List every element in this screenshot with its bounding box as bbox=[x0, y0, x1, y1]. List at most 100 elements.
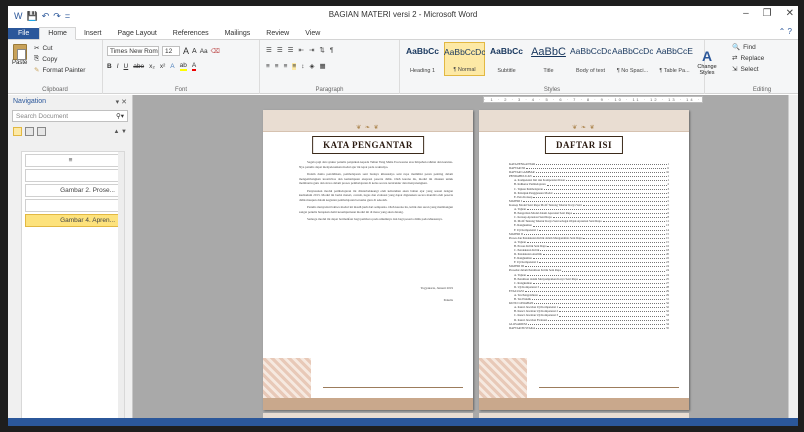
nav-heading-item[interactable] bbox=[25, 169, 121, 182]
shrink-font-button[interactable]: A bbox=[192, 48, 197, 55]
superscript-button[interactable]: x² bbox=[160, 63, 165, 70]
cut-button[interactable]: ✂ Cut bbox=[34, 44, 85, 53]
increase-indent-icon[interactable]: ⇥ bbox=[309, 46, 314, 54]
help-icon[interactable]: ⌃ ? bbox=[779, 27, 792, 36]
results-view-icon[interactable] bbox=[37, 127, 46, 136]
shading-icon[interactable]: ◈ bbox=[309, 62, 314, 70]
nav-heading-item[interactable]: Gambar 2. Prose... bbox=[25, 184, 121, 197]
font-group-label: Font bbox=[174, 87, 187, 93]
style-item[interactable]: AaBbCcE ¶ Table Pa... bbox=[654, 42, 695, 76]
close-button[interactable]: ✕ bbox=[786, 8, 794, 19]
font-name-combo[interactable]: Times New Rom bbox=[107, 46, 159, 56]
pages-view-icon[interactable] bbox=[25, 127, 34, 136]
style-item[interactable]: AaBbCcDc Body of text bbox=[570, 42, 611, 76]
footer-line bbox=[323, 387, 463, 388]
page-heading: KATA PENGANTAR bbox=[312, 136, 424, 154]
borders-icon[interactable]: ▦ bbox=[319, 62, 325, 70]
style-item[interactable]: AaBbC Title bbox=[528, 42, 569, 76]
clipboard-group: Paste ✂ Cut ⎘ Copy ✎ Format Painter Clipboa… bbox=[8, 40, 103, 94]
paste-button[interactable]: Paste bbox=[12, 44, 27, 66]
font-color-icon[interactable]: A bbox=[191, 62, 197, 71]
maximize-button[interactable]: ❐ bbox=[763, 8, 772, 19]
highlight-icon[interactable]: ab bbox=[179, 62, 187, 71]
bold-button[interactable]: B bbox=[107, 63, 112, 70]
nav-heading-item[interactable] bbox=[25, 199, 121, 212]
tab-view[interactable]: View bbox=[297, 28, 328, 39]
replace-button[interactable]: ⇄ Replace bbox=[732, 54, 764, 63]
change-styles-button[interactable]: A Change Styles bbox=[694, 48, 720, 76]
format-painter-button[interactable]: ✎ Format Painter bbox=[34, 66, 86, 75]
change-case-button[interactable]: Aa bbox=[200, 48, 208, 55]
bullets-icon[interactable]: ☰ bbox=[266, 46, 272, 54]
multilevel-list-icon[interactable]: ☰ bbox=[288, 46, 294, 54]
toc-leader bbox=[532, 223, 665, 227]
search-input[interactable]: Search Document ⚲▾ bbox=[12, 110, 128, 122]
select-button[interactable]: ⇲ Select bbox=[732, 65, 764, 74]
toc-leader bbox=[523, 232, 665, 235]
cut-label: Cut bbox=[42, 44, 53, 52]
line-spacing-icon[interactable]: ↕ bbox=[301, 63, 304, 70]
clipboard-group-label: Clipboard bbox=[42, 87, 68, 93]
brush-icon: ✎ bbox=[34, 67, 40, 74]
numbering-icon[interactable]: ☰ bbox=[277, 46, 283, 54]
decrease-indent-icon[interactable]: ⇤ bbox=[298, 46, 303, 54]
toc-leader bbox=[532, 174, 667, 178]
justify-icon[interactable]: ≡ bbox=[292, 62, 297, 70]
body-paragraph: Penyusunan modul pembelajaran ini dilata… bbox=[299, 188, 453, 202]
font-size-combo[interactable]: 12 bbox=[162, 46, 180, 56]
toc-leader bbox=[548, 318, 665, 321]
align-right-icon[interactable]: ≡ bbox=[284, 63, 288, 70]
search-icon[interactable]: ⚲▾ bbox=[116, 112, 124, 120]
tab-page-layout[interactable]: Page Layout bbox=[109, 28, 164, 39]
page-kata-pengantar[interactable]: ❦ ❧ ❦ KATA PENGANTAR Segala puji dan syu… bbox=[263, 110, 473, 410]
navigation-title: Navigation bbox=[13, 98, 47, 105]
strikethrough-button[interactable]: abe bbox=[133, 63, 144, 70]
page-footer bbox=[479, 358, 689, 410]
style-item[interactable]: AaBbCcDc ¶ Normal bbox=[444, 42, 485, 76]
find-button[interactable]: 🔍 Find bbox=[732, 43, 764, 52]
nav-scrollbar[interactable] bbox=[118, 152, 124, 422]
pilcrow-icon[interactable]: ¶ bbox=[330, 47, 334, 54]
align-left-icon[interactable]: ≡ bbox=[266, 63, 270, 70]
nav-prev-next-icon[interactable]: ▲ ▼ bbox=[113, 129, 127, 135]
tab-review[interactable]: Review bbox=[258, 28, 297, 39]
style-name: ¶ No Spaci... bbox=[616, 68, 649, 74]
body-paragraph: Segala puji dan syukur penulis panjatkan… bbox=[299, 160, 453, 169]
minimize-button[interactable]: – bbox=[743, 8, 749, 19]
grow-font-button[interactable]: A bbox=[183, 46, 189, 56]
sort-icon[interactable]: ⇅ bbox=[319, 46, 324, 54]
navigation-header: Navigation ▾ ✕ bbox=[8, 95, 132, 108]
toc-leader bbox=[533, 281, 665, 284]
italic-button[interactable]: I bbox=[117, 63, 119, 70]
nav-heading-item[interactable]: Gambar 4. Apren... bbox=[25, 214, 121, 227]
toc-leader bbox=[539, 228, 665, 231]
style-item[interactable]: AaBbCc Heading 1 bbox=[402, 42, 443, 76]
copy-button[interactable]: ⎘ Copy bbox=[34, 55, 85, 63]
headings-view-icon[interactable] bbox=[13, 127, 22, 136]
body-paragraph: Semoga modul ini dapat bermanfaat bagi p… bbox=[307, 217, 443, 221]
clear-format-icon[interactable]: ⌫ bbox=[211, 47, 220, 55]
tab-references[interactable]: References bbox=[165, 28, 217, 39]
vertical-scrollbar[interactable] bbox=[788, 95, 798, 426]
subscript-button[interactable]: x₂ bbox=[149, 63, 155, 70]
tab-insert[interactable]: Insert bbox=[76, 28, 110, 39]
underline-button[interactable]: U bbox=[124, 63, 129, 70]
text-effects-icon[interactable]: A bbox=[170, 63, 174, 70]
toc-entry[interactable]: DAFTAR PUSTAKA 35 bbox=[509, 326, 669, 330]
tab-file[interactable]: File bbox=[8, 28, 40, 39]
style-preview: AaBbC bbox=[531, 46, 566, 58]
align-center-icon[interactable]: ≡ bbox=[275, 63, 279, 70]
word-window: W 💾 ↶ ↷ = BAGIAN MATERI versi 2 - Micros… bbox=[8, 6, 798, 426]
nav-close-icon[interactable]: ▾ ✕ bbox=[116, 98, 127, 106]
horizontal-ruler[interactable]: · 1 · 2 · 3 · 4 · 5 · 6 · 7 · 8 · 9 · 10… bbox=[483, 96, 703, 103]
tab-mailings[interactable]: Mailings bbox=[217, 28, 259, 39]
style-item[interactable]: AaBbCc Subtitle bbox=[486, 42, 527, 76]
format-painter-label: Format Painter bbox=[42, 66, 86, 74]
tab-home[interactable]: Home bbox=[39, 27, 76, 40]
ribbon-tabs: File Home Insert Page Layout References … bbox=[8, 26, 798, 40]
nav-heading-item[interactable]: ≡ bbox=[25, 154, 121, 167]
style-name: Heading 1 bbox=[409, 68, 436, 74]
page-body: Segala puji dan syukur penulis panjatkan… bbox=[299, 160, 453, 225]
page-daftar-isi[interactable]: ❦ ❧ ❦ DAFTAR ISI KATA PENGANTAR i DAFTAR I… bbox=[479, 110, 689, 410]
style-item[interactable]: AaBbCcDc ¶ No Spaci... bbox=[612, 42, 653, 76]
